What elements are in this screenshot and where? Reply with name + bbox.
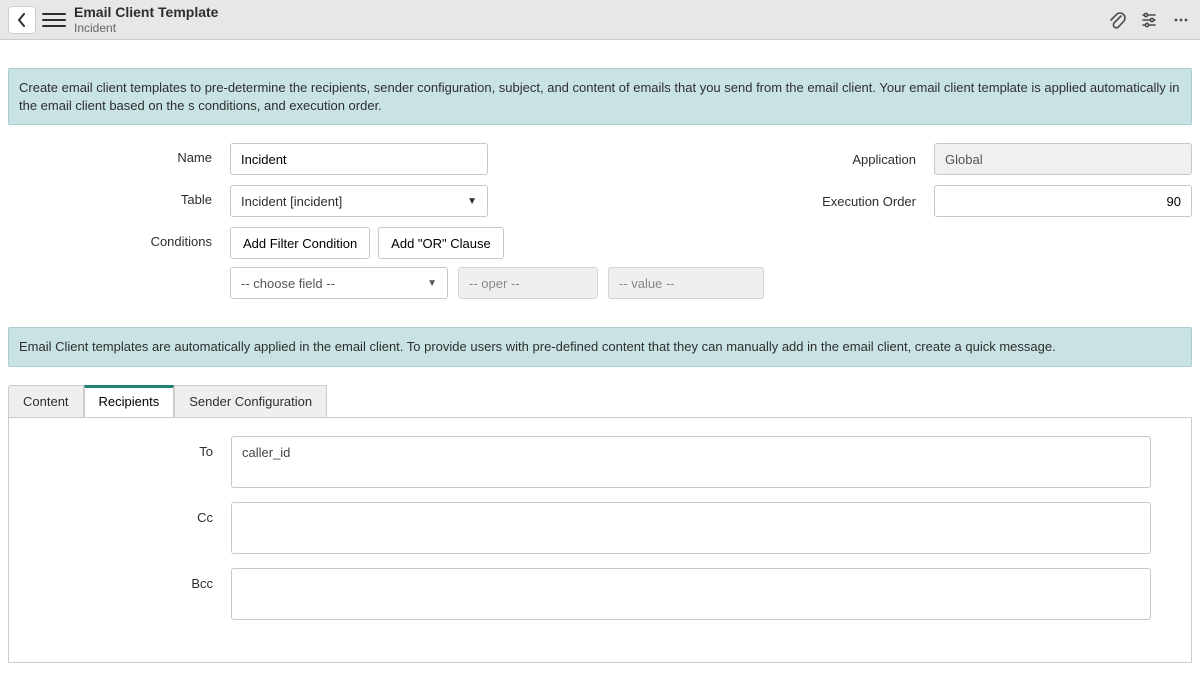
- label-name: Name: [20, 143, 230, 165]
- back-button[interactable]: [8, 6, 36, 34]
- execution-order-input[interactable]: [934, 185, 1192, 217]
- condition-operator-placeholder: -- oper --: [469, 276, 520, 291]
- bcc-field[interactable]: [231, 568, 1151, 620]
- menu-icon[interactable]: [42, 8, 66, 32]
- chevron-down-icon: ▼: [467, 196, 477, 207]
- label-cc: Cc: [21, 502, 231, 525]
- label-bcc: Bcc: [21, 568, 231, 591]
- tab-sender-configuration[interactable]: Sender Configuration: [174, 385, 327, 417]
- info-banner-top: Create email client templates to pre-det…: [8, 68, 1192, 125]
- condition-field-placeholder: -- choose field --: [241, 276, 335, 291]
- label-table: Table: [20, 185, 230, 207]
- add-filter-condition-button[interactable]: Add Filter Condition: [230, 227, 370, 259]
- recipients-panel: To caller_id Cc Bcc: [8, 418, 1192, 663]
- chevron-down-icon: ▼: [427, 278, 437, 289]
- application-field: Global: [934, 143, 1192, 175]
- condition-value-input[interactable]: -- value --: [608, 267, 764, 299]
- title-block: Email Client Template Incident: [74, 4, 218, 35]
- application-value: Global: [945, 152, 983, 167]
- add-or-clause-button[interactable]: Add "OR" Clause: [378, 227, 504, 259]
- to-field[interactable]: caller_id: [231, 436, 1151, 488]
- cc-field[interactable]: [231, 502, 1151, 554]
- to-value: caller_id: [242, 445, 290, 460]
- table-select[interactable]: Incident [incident] ▼: [230, 185, 488, 217]
- condition-field-select[interactable]: -- choose field -- ▼: [230, 267, 448, 299]
- main-content: Create email client templates to pre-det…: [0, 40, 1200, 683]
- tab-bar: Content Recipients Sender Configuration: [8, 385, 1192, 418]
- label-application: Application: [764, 152, 934, 167]
- record-name: Incident: [74, 21, 218, 35]
- attachment-icon[interactable]: [1106, 9, 1128, 31]
- tab-recipients[interactable]: Recipients: [84, 385, 175, 417]
- page-title: Email Client Template: [74, 4, 218, 21]
- page-header: Email Client Template Incident: [0, 0, 1200, 40]
- tab-content[interactable]: Content: [8, 385, 84, 417]
- settings-sliders-icon[interactable]: [1138, 9, 1160, 31]
- label-execution-order: Execution Order: [764, 194, 934, 209]
- form-grid: Name Table Incident [incident] ▼ Conditi…: [8, 143, 1192, 309]
- condition-value-placeholder: -- value --: [619, 276, 675, 291]
- info-banner-mid: Email Client templates are automatically…: [8, 327, 1192, 367]
- table-select-value: Incident [incident]: [241, 194, 342, 209]
- label-to: To: [21, 436, 231, 459]
- chevron-left-icon: [17, 13, 27, 27]
- name-input[interactable]: [230, 143, 488, 175]
- more-icon[interactable]: [1170, 9, 1192, 31]
- condition-operator-select[interactable]: -- oper --: [458, 267, 598, 299]
- label-conditions: Conditions: [20, 227, 230, 249]
